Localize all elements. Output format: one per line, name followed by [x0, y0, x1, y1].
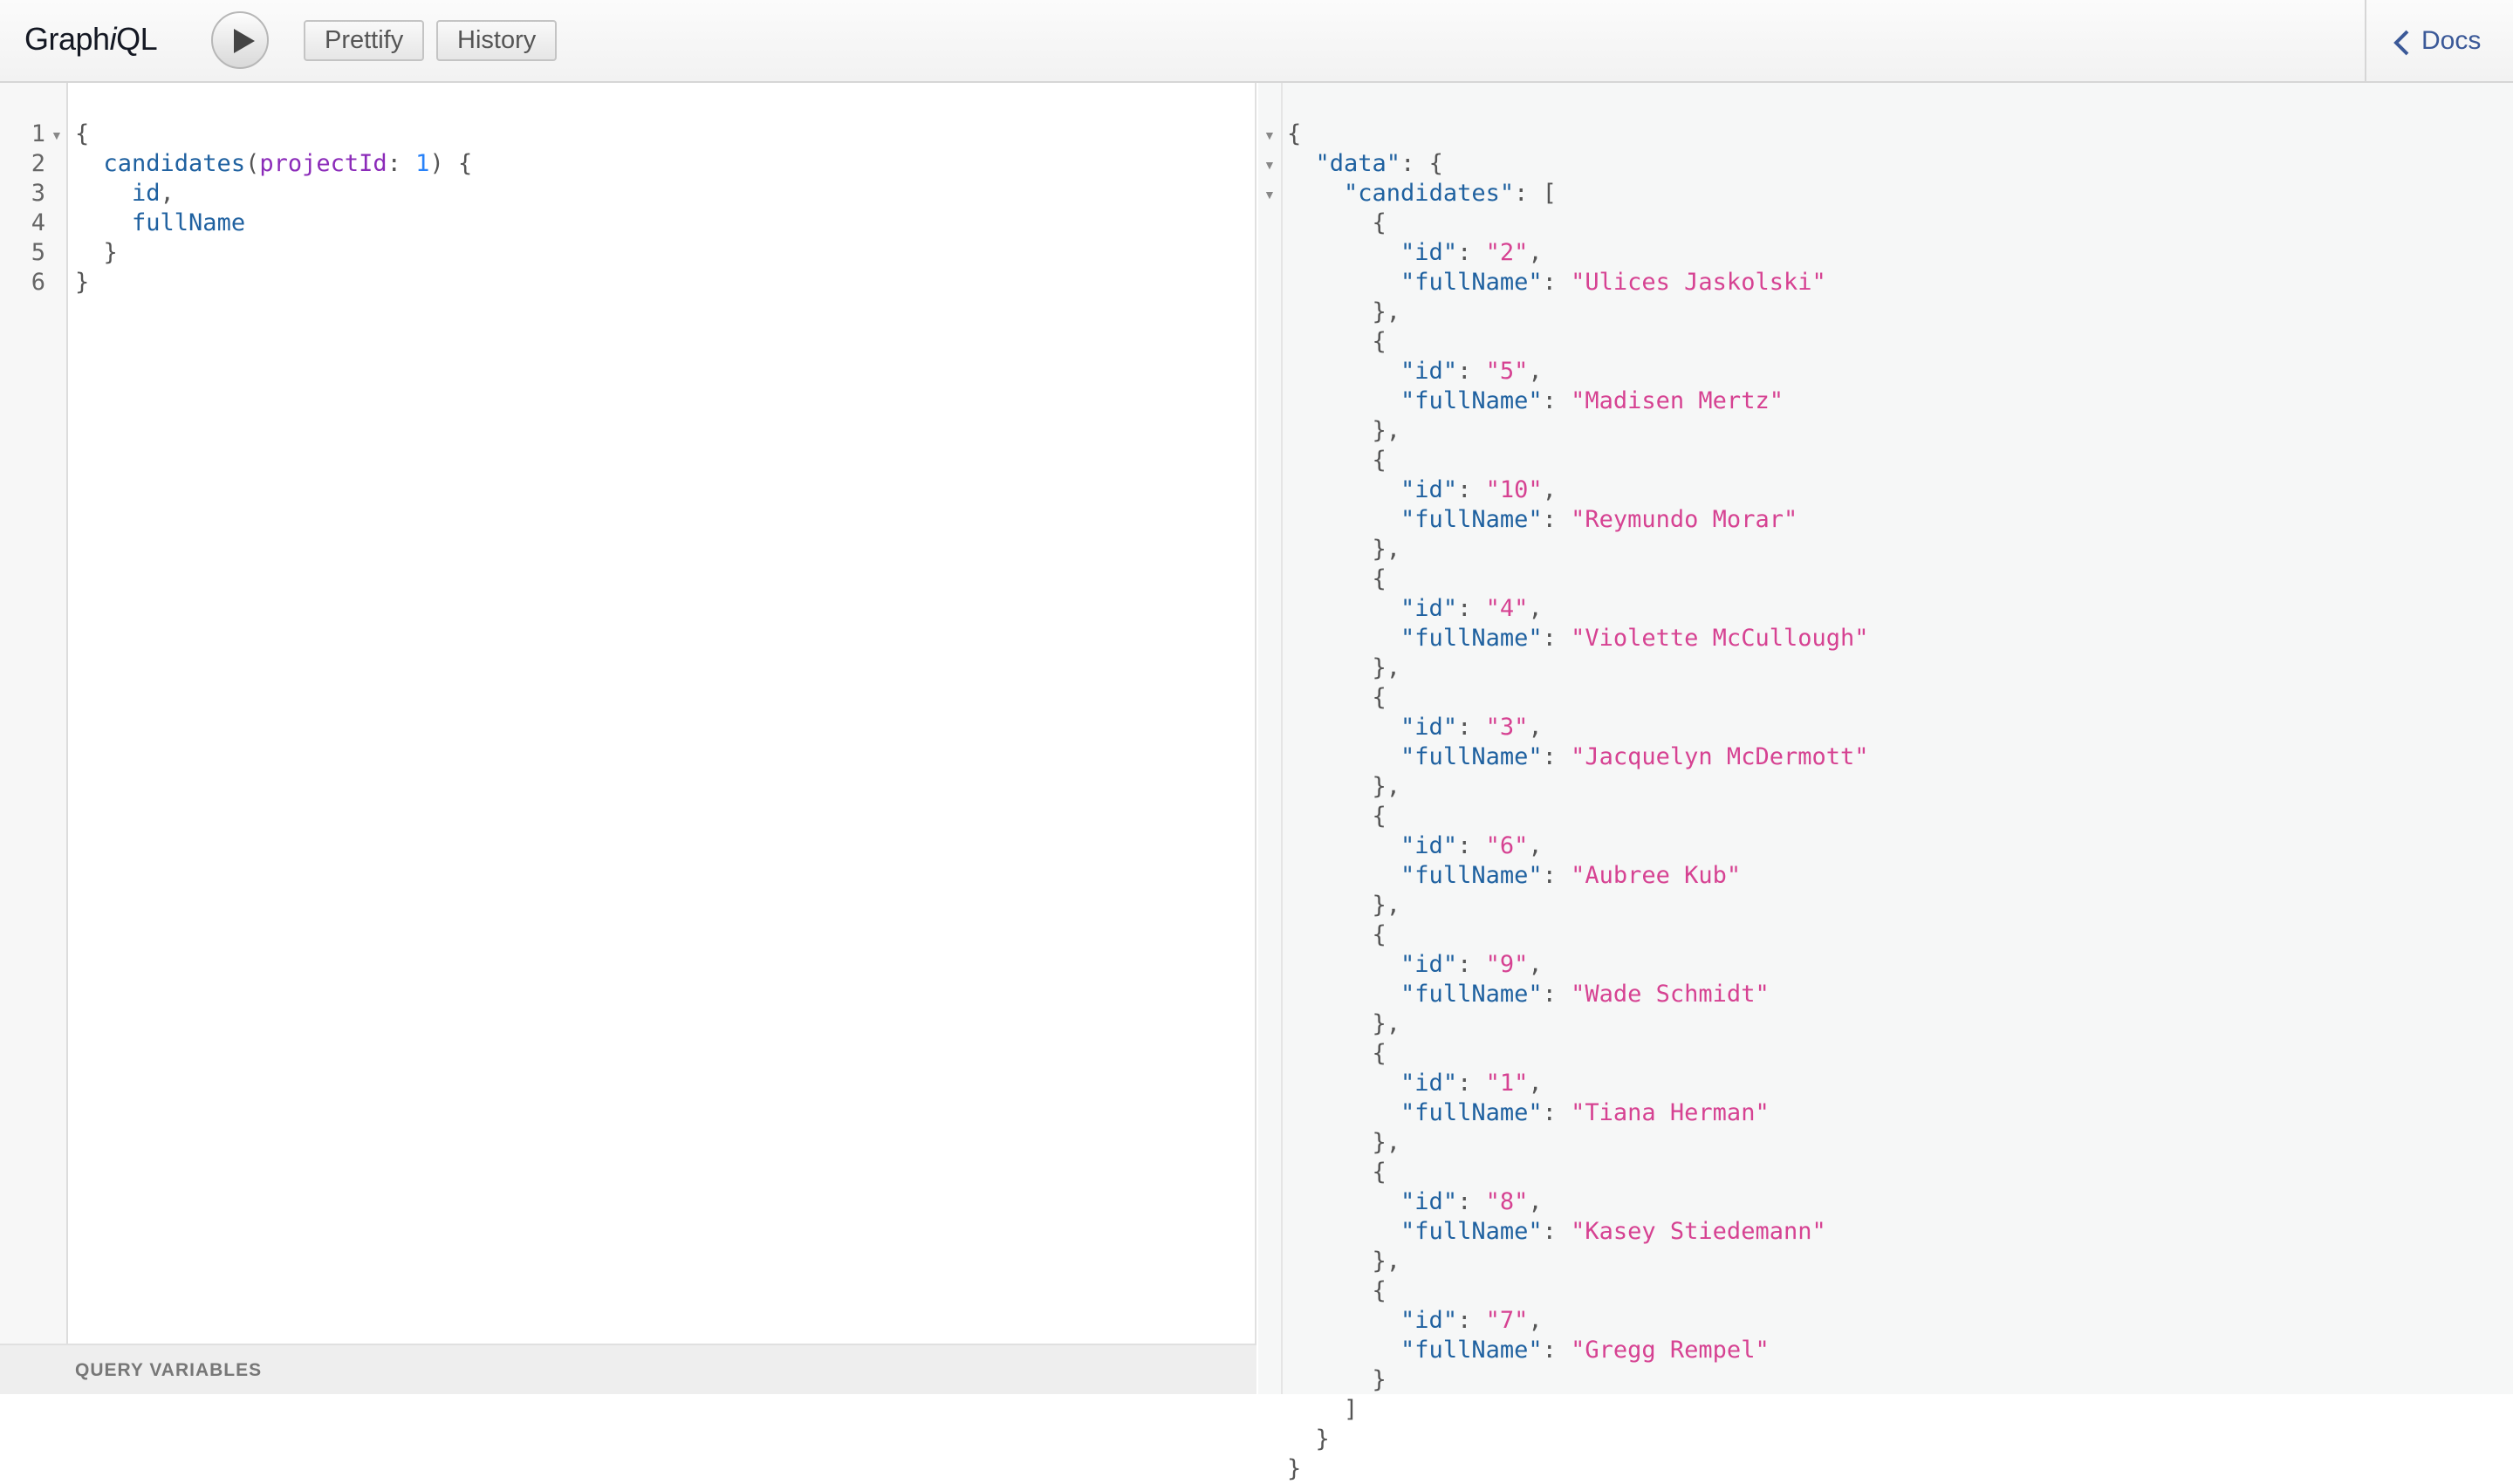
result-viewer: ▼ ▼ ▼ { "data": { "candidates": [ { "id"…	[1258, 83, 2513, 1482]
result-line: "fullName": "Violette McCullough"	[1400, 625, 1869, 652]
fold-arrow-icon[interactable]: ▼	[1263, 188, 1276, 202]
result-line: "fullName": "Gregg Rempel"	[1400, 1337, 1770, 1364]
fold-arrow-icon[interactable]: ▼	[1263, 158, 1276, 172]
fold-arrow-icon[interactable]: ▼	[1263, 128, 1276, 142]
candidate-fullname: "Jacquelyn McDermott"	[1571, 743, 1869, 770]
play-icon	[234, 29, 255, 53]
result-line: {	[1287, 328, 1387, 355]
candidate-id: "5"	[1485, 358, 1529, 385]
candidate-id: "7"	[1485, 1307, 1529, 1334]
candidate-fullname: "Aubree Kub"	[1571, 862, 1742, 889]
candidate-id: "2"	[1485, 239, 1529, 266]
candidate-fullname: "Violette McCullough"	[1571, 625, 1869, 652]
result-line: },	[1287, 298, 1401, 325]
docs-button[interactable]: Docs	[2365, 0, 2513, 83]
result-line: {	[1287, 921, 1387, 948]
result-line: }	[1287, 1366, 1387, 1393]
result-line: {	[1287, 684, 1387, 711]
execute-query-button[interactable]	[211, 11, 269, 69]
line-number-gutter: 1 2 3 4 5 6 ▼	[0, 83, 68, 1344]
result-line: "id": "8",	[1400, 1188, 1543, 1215]
result-line: },	[1287, 773, 1401, 800]
candidate-id: "1"	[1485, 1070, 1529, 1097]
history-button[interactable]: History	[436, 20, 558, 61]
candidate-fullname: "Tiana Herman"	[1571, 1099, 1770, 1126]
query-field-id: id	[132, 180, 161, 207]
result-line: },	[1287, 1248, 1401, 1275]
line-numbers: 1 2 3 4 5 6	[31, 120, 45, 296]
result-candidates-key: "candidates"	[1344, 180, 1515, 207]
result-line: "id": "5",	[1400, 358, 1543, 385]
fold-arrow-icon[interactable]: ▼	[51, 128, 63, 142]
query-variables-bar[interactable]: QUERY VARIABLES	[0, 1344, 1256, 1394]
candidate-fullname: "Wade Schmidt"	[1571, 981, 1770, 1008]
result-line: "fullName": "Ulices Jaskolski"	[1400, 269, 1826, 296]
result-line: "fullName": "Jacquelyn McDermott"	[1400, 743, 1869, 770]
candidate-id: "10"	[1485, 476, 1543, 503]
query-arg-name: projectId	[259, 150, 387, 177]
result-line: "fullName": "Madisen Mertz"	[1400, 387, 1784, 414]
result-line: "id": "3",	[1400, 714, 1543, 741]
result-line: "fullName": "Reymundo Morar"	[1400, 506, 1798, 533]
result-line: {	[1287, 120, 1302, 147]
result-line: {	[1287, 1159, 1387, 1186]
result-line: {	[1287, 1040, 1387, 1067]
result-data-key: "data"	[1315, 150, 1401, 177]
result-line: "fullName": "Kasey Stiedemann"	[1400, 1218, 1826, 1245]
query-root-field: candidates	[103, 150, 246, 177]
result-line: },	[1287, 417, 1401, 444]
result-line: "id": "10",	[1400, 476, 1557, 503]
result-line: {	[1287, 1277, 1387, 1304]
candidate-fullname: "Ulices Jaskolski"	[1571, 269, 1826, 296]
candidate-id: "4"	[1485, 595, 1529, 622]
result-line: {	[1287, 209, 1387, 236]
result-line: "id": "9",	[1400, 951, 1543, 978]
candidate-id: "3"	[1485, 714, 1529, 741]
result-line: }	[1287, 1455, 1302, 1482]
result-json: { "data": { "candidates": [ { "id": "2",…	[1287, 120, 1869, 1484]
query-arg-value: 1	[415, 150, 430, 177]
result-line: "fullName": "Wade Schmidt"	[1400, 981, 1770, 1008]
result-line: "id": "1",	[1400, 1070, 1543, 1097]
result-line: "fullName": "Aubree Kub"	[1400, 862, 1742, 889]
candidate-fullname: "Gregg Rempel"	[1571, 1337, 1770, 1364]
result-line: },	[1287, 654, 1401, 681]
result-gutter: ▼ ▼ ▼	[1258, 83, 1283, 1394]
result-line: }	[1287, 1426, 1330, 1453]
result-line: "candidates": [	[1344, 180, 1557, 207]
result-line: {	[1287, 565, 1387, 592]
query-variables-label: QUERY VARIABLES	[75, 1360, 263, 1380]
docs-label: Docs	[2421, 26, 2482, 55]
app-title: GraphiQL	[24, 21, 158, 57]
result-line: },	[1287, 1129, 1401, 1156]
result-line: "fullName": "Tiana Herman"	[1400, 1099, 1770, 1126]
candidate-fullname: "Reymundo Morar"	[1571, 506, 1798, 533]
result-line: "id": "6",	[1400, 832, 1543, 859]
candidate-id: "9"	[1485, 951, 1529, 978]
query-field-fullname: fullName	[132, 209, 246, 236]
result-line: {	[1287, 447, 1387, 474]
result-line: "data": {	[1315, 150, 1443, 177]
result-line: "id": "2",	[1400, 239, 1543, 266]
prettify-button[interactable]: Prettify	[304, 20, 425, 61]
candidate-fullname: "Madisen Mertz"	[1571, 387, 1784, 414]
toolbar: GraphiQL Prettify History Docs	[0, 0, 2513, 83]
result-line: "id": "7",	[1400, 1307, 1543, 1334]
result-line: {	[1287, 803, 1387, 830]
candidate-id: "8"	[1485, 1188, 1529, 1215]
result-line: },	[1287, 892, 1401, 919]
query-editor[interactable]: 1 2 3 4 5 6 ▼ { candidates(projectId: 1)…	[0, 83, 1256, 1394]
result-line: "id": "4",	[1400, 595, 1543, 622]
result-line: },	[1287, 536, 1401, 563]
result-line: },	[1287, 1010, 1401, 1037]
candidate-id: "6"	[1485, 832, 1529, 859]
candidate-fullname: "Kasey Stiedemann"	[1571, 1218, 1826, 1245]
result-line: ]	[1287, 1396, 1359, 1423]
chevron-left-icon	[2393, 30, 2409, 56]
query-code[interactable]: { candidates(projectId: 1) { id, fullNam…	[75, 120, 472, 297]
